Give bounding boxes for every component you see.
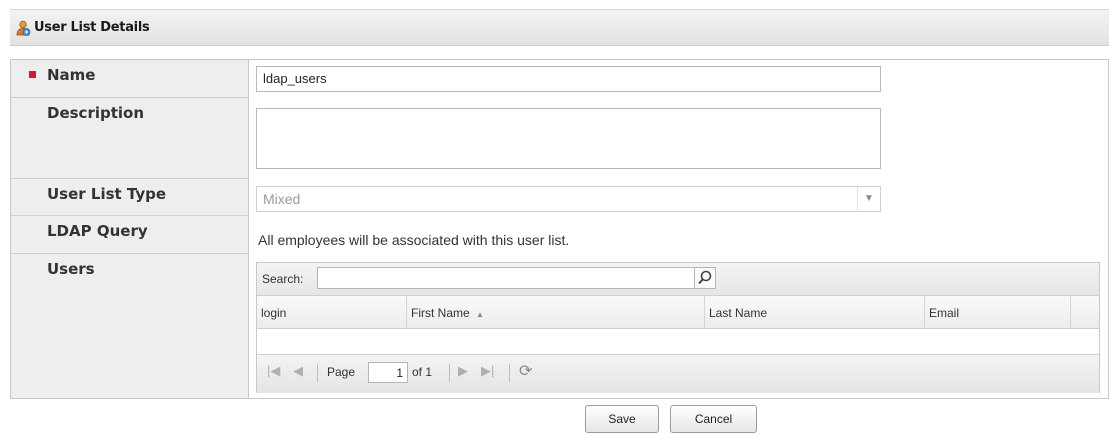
user-group-icon xyxy=(15,20,31,37)
label-column: Name Description User List Type LDAP Que… xyxy=(11,60,249,398)
search-label: Search: xyxy=(262,272,304,286)
description-textarea[interactable] xyxy=(256,108,881,169)
column-login-label: login xyxy=(261,306,287,320)
users-label: Users xyxy=(47,260,95,278)
column-email-label: Email xyxy=(929,306,960,320)
ldap-query-label: LDAP Query xyxy=(47,222,148,240)
cancel-button[interactable]: Cancel xyxy=(670,405,757,433)
name-label: Name xyxy=(47,66,96,84)
refresh-icon[interactable]: ⟳ xyxy=(519,361,532,381)
column-last-name-label: Last Name xyxy=(709,306,768,320)
row-name-label: Name xyxy=(11,60,248,98)
pagination-separator xyxy=(317,364,318,382)
last-page-icon[interactable]: ▶| xyxy=(481,363,494,379)
user-list-type-value: Mixed xyxy=(263,191,301,207)
page-number-input[interactable]: 1 xyxy=(368,362,408,383)
next-page-icon[interactable]: ▶ xyxy=(458,363,468,379)
users-grid: Search: login First Name ▲ Last Name Ema xyxy=(256,262,1100,393)
ldap-query-text: All employees will be associated with th… xyxy=(258,232,570,248)
search-icon xyxy=(698,270,712,285)
search-button[interactable] xyxy=(694,267,716,289)
grid-pagination-bar: |◀ ◀ Page 1 of 1 ▶ ▶| ⟳ xyxy=(257,354,1099,393)
required-marker-icon xyxy=(29,71,36,78)
column-header-email[interactable]: Email xyxy=(925,296,1071,328)
previous-page-icon[interactable]: ◀ xyxy=(293,363,303,379)
row-ldap-query-label: LDAP Query xyxy=(11,216,248,254)
chevron-down-icon[interactable]: ▼ xyxy=(857,187,880,211)
save-button[interactable]: Save xyxy=(585,405,659,433)
first-page-icon[interactable]: |◀ xyxy=(267,363,280,379)
pagination-separator xyxy=(449,364,450,382)
grid-search-bar: Search: xyxy=(257,263,1099,296)
page-count-label: of 1 xyxy=(412,365,433,379)
user-list-type-select[interactable]: Mixed ▼ xyxy=(256,186,881,212)
panel-title: User List Details xyxy=(34,20,150,35)
row-users-label: Users xyxy=(11,254,248,398)
column-header-last-name[interactable]: Last Name xyxy=(705,296,925,328)
user-list-details-panel: User List Details Name Description User … xyxy=(10,9,1109,399)
user-list-type-label: User List Type xyxy=(47,185,167,203)
grid-header: login First Name ▲ Last Name Email xyxy=(257,296,1099,329)
row-description-label: Description xyxy=(11,98,248,179)
sort-ascending-icon: ▲ xyxy=(476,310,484,319)
panel-header: User List Details xyxy=(10,9,1109,46)
column-header-login[interactable]: login xyxy=(257,296,407,328)
row-user-list-type-label: User List Type xyxy=(11,179,248,216)
column-header-first-name[interactable]: First Name ▲ xyxy=(407,296,705,328)
search-input[interactable] xyxy=(317,267,695,289)
name-input[interactable]: ldap_users xyxy=(256,66,881,92)
pagination-separator xyxy=(509,364,510,382)
description-label: Description xyxy=(47,104,145,122)
page-label: Page xyxy=(327,365,356,379)
column-first-name-label: First Name xyxy=(411,306,470,320)
